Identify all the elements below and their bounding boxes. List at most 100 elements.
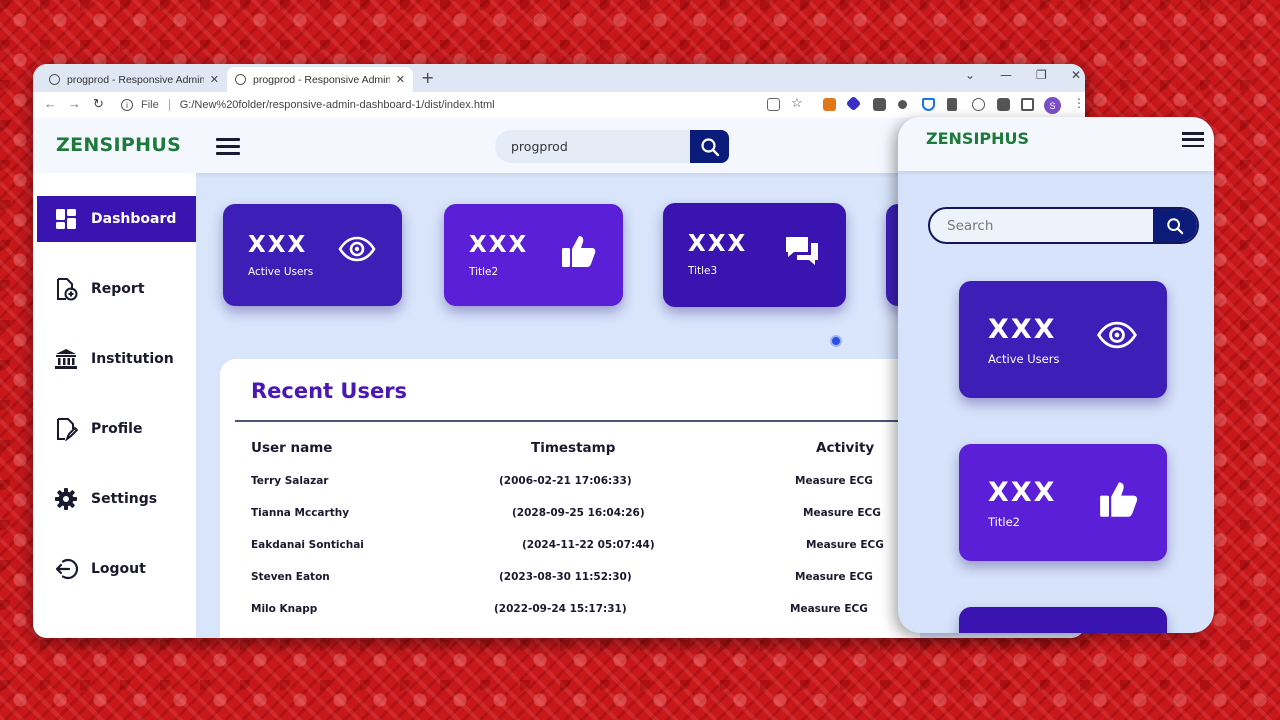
minimize-button[interactable]: — xyxy=(1000,68,1012,82)
mobile-stat-card-partial[interactable] xyxy=(959,607,1167,633)
tab-search-icon[interactable]: ⌄ xyxy=(965,68,975,82)
search-button[interactable] xyxy=(690,130,729,163)
extension-icon[interactable] xyxy=(898,100,907,109)
table-cell-activity: Measure ECG xyxy=(795,475,873,487)
browser-tab-1[interactable]: progprod - Responsive Admin Da ✕ xyxy=(41,67,227,92)
extension-icon[interactable] xyxy=(947,98,957,111)
mobile-header: ZENSIPHUS xyxy=(898,117,1214,171)
stat-value: XXX xyxy=(688,231,748,257)
stat-card-title2[interactable]: XXX Title2 xyxy=(444,204,623,306)
profile-avatar[interactable]: S xyxy=(1044,97,1061,114)
table-cell-name: Eakdanai Sontichai xyxy=(251,539,364,551)
report-add-icon xyxy=(53,276,79,302)
stat-value: XXX xyxy=(988,477,1057,508)
extension-icon[interactable] xyxy=(873,98,886,111)
table-cell-timestamp: (2006-02-21 17:06:33) xyxy=(499,475,632,487)
stat-value: XXX xyxy=(988,314,1057,345)
thumbs-up-icon xyxy=(1099,480,1139,522)
search-icon xyxy=(1167,217,1184,234)
metamask-icon[interactable] xyxy=(823,98,836,111)
sidebar-item-institution[interactable]: Institution xyxy=(37,336,196,382)
info-icon[interactable]: i xyxy=(121,99,133,111)
column-header-activity: Activity xyxy=(816,440,875,456)
column-header-timestamp: Timestamp xyxy=(531,440,616,456)
stat-caption: Active Users xyxy=(988,352,1060,366)
mobile-search-button[interactable] xyxy=(1153,209,1197,242)
table-cell-activity: Measure ECG xyxy=(803,507,881,519)
restore-button[interactable]: ❐ xyxy=(1036,68,1047,82)
bank-icon xyxy=(53,346,79,372)
app-logo[interactable]: ZENSIPHUS xyxy=(56,134,181,156)
shield-icon[interactable] xyxy=(922,98,935,111)
tab-title: progprod - Responsive Admin Da xyxy=(67,73,204,86)
new-tab-button[interactable]: + xyxy=(421,68,434,87)
table-cell-activity: Measure ECG xyxy=(806,539,884,551)
table-cell-timestamp: (2024-11-22 05:07:44) xyxy=(522,539,655,551)
table-cell-name: Steven Eaton xyxy=(251,571,330,583)
stat-card-active-users[interactable]: XXX Active Users xyxy=(223,204,402,306)
back-icon[interactable]: ← xyxy=(44,96,57,111)
recent-users-panel: Recent Users User name Timestamp Activit… xyxy=(220,359,920,638)
sidebar-item-logout[interactable]: Logout xyxy=(37,546,196,592)
mobile-stat-card-active-users[interactable]: XXX Active Users xyxy=(959,281,1167,398)
puzzle-icon[interactable] xyxy=(997,98,1010,111)
column-header-username: User name xyxy=(251,440,333,456)
profile-doc-icon xyxy=(53,416,79,442)
divider xyxy=(168,99,170,111)
sidebar-item-profile[interactable]: Profile xyxy=(37,406,196,452)
table-cell-activity: Measure ECG xyxy=(790,603,868,615)
divider xyxy=(235,420,920,422)
mobile-menu-toggle-icon[interactable] xyxy=(1182,132,1204,147)
mobile-stat-card-title2[interactable]: XXX Title2 xyxy=(959,444,1167,561)
tab-strip: progprod - Responsive Admin Da ✕ progpro… xyxy=(33,64,1085,92)
logout-icon xyxy=(53,556,79,582)
sidebar-item-label: Institution xyxy=(91,351,174,367)
sidebar: Dashboard Report Institution Profile Set… xyxy=(33,173,196,638)
sidebar-item-dashboard[interactable]: Dashboard xyxy=(37,196,196,242)
stat-caption: Title2 xyxy=(988,515,1020,529)
search-box xyxy=(495,130,729,163)
menu-toggle-icon[interactable] xyxy=(216,138,240,155)
close-window-button[interactable]: ✕ xyxy=(1071,68,1081,82)
side-panel-icon[interactable] xyxy=(1021,98,1034,111)
reload-icon[interactable]: ↻ xyxy=(93,96,104,112)
mobile-search-input[interactable] xyxy=(930,209,1155,242)
gear-icon xyxy=(53,486,79,512)
url-field[interactable]: i File G:/New%20folder/responsive-admin-… xyxy=(121,95,761,115)
sidebar-item-settings[interactable]: Settings xyxy=(37,476,196,522)
file-label: File xyxy=(141,99,159,111)
sidebar-item-label: Logout xyxy=(91,561,146,577)
stat-card-title3[interactable]: XXX Title3 xyxy=(663,203,846,307)
stat-caption: Title3 xyxy=(688,265,718,277)
eye-icon xyxy=(338,236,376,266)
search-icon xyxy=(700,137,719,156)
browser-tab-2[interactable]: progprod - Responsive Admin Da ✕ xyxy=(227,67,413,92)
menu-kebab-icon[interactable]: ⋮ xyxy=(1073,96,1085,110)
table-cell-name: Tianna Mccarthy xyxy=(251,507,350,519)
star-icon[interactable]: ☆ xyxy=(791,95,804,110)
extension-icon[interactable] xyxy=(972,98,985,111)
mobile-search-box xyxy=(928,207,1199,244)
url-text[interactable]: G:/New%20folder/responsive-admin-dashboa… xyxy=(180,99,495,111)
close-tab-icon[interactable]: ✕ xyxy=(396,73,405,86)
table-cell-name: Terry Salazar xyxy=(251,475,329,487)
stat-value: XXX xyxy=(469,232,529,258)
share-icon[interactable] xyxy=(767,98,780,111)
stat-caption: Title2 xyxy=(469,266,499,278)
extension-icon[interactable] xyxy=(845,95,862,112)
sidebar-item-label: Profile xyxy=(91,421,143,437)
stat-value: XXX xyxy=(248,232,308,258)
table-cell-activity: Measure ECG xyxy=(795,571,873,583)
table-cell-timestamp: (2022-09-24 15:17:31) xyxy=(494,603,627,615)
table-cell-name: Milo Knapp xyxy=(251,603,318,615)
stat-caption: Active Users xyxy=(248,266,314,278)
search-input[interactable] xyxy=(495,139,685,154)
sidebar-item-label: Settings xyxy=(91,491,158,507)
mobile-app-logo[interactable]: ZENSIPHUS xyxy=(926,129,1029,148)
close-tab-icon[interactable]: ✕ xyxy=(210,73,219,86)
address-bar: ← → ↻ i File G:/New%20folder/responsive-… xyxy=(33,92,1085,118)
grid-icon xyxy=(53,206,79,232)
eye-icon xyxy=(1095,321,1139,353)
forward-icon[interactable]: → xyxy=(68,96,81,111)
sidebar-item-report[interactable]: Report xyxy=(37,266,196,312)
